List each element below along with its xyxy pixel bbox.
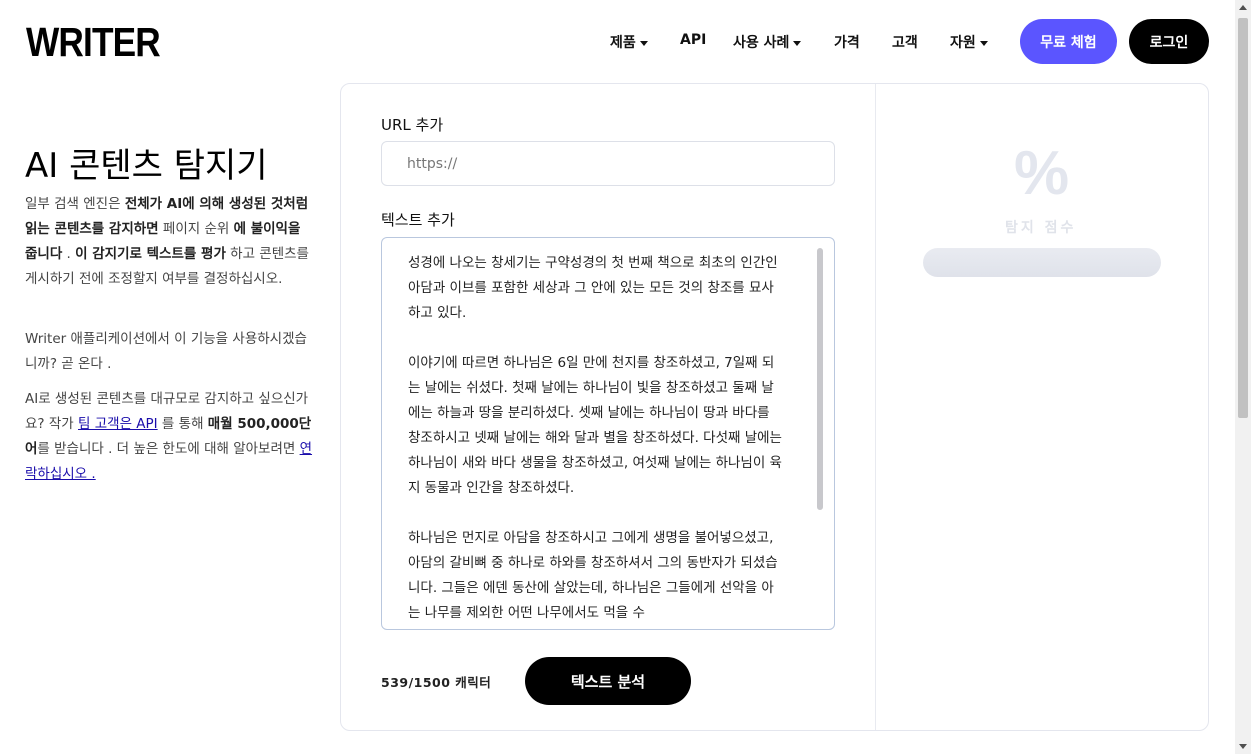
score-bar <box>923 248 1161 277</box>
chevron-down-icon <box>979 40 988 46</box>
card-divider <box>875 84 876 730</box>
text-span: 일부 검색 엔진은 <box>25 196 125 212</box>
text-span: 를 받습니다 . 더 높은 한도에 대해 알아보려면 <box>37 441 300 457</box>
nav-label: API <box>680 32 707 48</box>
nav-label: 자원 <box>950 35 976 51</box>
textarea-scrollbar[interactable] <box>817 248 823 510</box>
nav-item-pricing[interactable]: 가격 <box>834 32 860 52</box>
scroll-down-icon[interactable] <box>1239 744 1247 749</box>
text-paragraph: 하나님은 먼지로 아담을 창조하시고 그에게 생명을 불어넣으셨고, 아담의 갈… <box>408 530 778 621</box>
nav-label: 사용 사례 <box>733 35 790 51</box>
team-api-link[interactable]: 팀 고객은 API <box>78 416 158 432</box>
page-scrollbar[interactable] <box>1235 0 1251 754</box>
intro-paragraph: 일부 검색 엔진은 전체가 AI에 의해 생성된 것처럼 읽는 콘텐츠를 감지하… <box>25 192 317 292</box>
writer-logo[interactable]: WRITER <box>26 22 161 63</box>
nav-item-use-cases[interactable]: 사용 사례 <box>733 32 802 52</box>
chevron-down-icon <box>639 40 648 46</box>
text-input-area[interactable]: 성경에 나오는 창세기는 구약성경의 첫 번째 책으로 최초의 인간인 아담과 … <box>381 237 835 630</box>
nav-label: 고객 <box>892 35 918 51</box>
scroll-up-icon[interactable] <box>1239 5 1247 10</box>
text-label: 텍스트 추가 <box>381 211 455 229</box>
login-button[interactable]: 로그인 <box>1129 19 1209 64</box>
text-paragraph: 이야기에 따르면 하나님은 6일 만에 천지를 창조하셨고, 7일째 되는 날에… <box>408 355 782 496</box>
url-label: URL 추가 <box>381 116 444 134</box>
free-trial-button[interactable]: 무료 체험 <box>1020 19 1117 64</box>
text-span: 페이지 순위 <box>158 221 234 237</box>
analyze-text-button[interactable]: 텍스트 분석 <box>525 657 691 705</box>
text-content: 성경에 나오는 창세기는 구약성경의 첫 번째 책으로 최초의 인간인 아담과 … <box>408 251 784 629</box>
api-paragraph: AI로 생성된 콘텐츠를 대규모로 감지하고 싶으신가요? 작가 팀 고객은 A… <box>25 387 317 487</box>
nav-item-api[interactable]: API <box>680 32 706 48</box>
text-paragraph: 성경에 나오는 창세기는 구약성경의 첫 번째 책으로 최초의 인간인 아담과 … <box>408 255 778 321</box>
nav-item-customers[interactable]: 고객 <box>892 32 918 52</box>
url-input[interactable] <box>381 141 835 186</box>
nav-item-resources[interactable]: 자원 <box>950 32 988 52</box>
page-title: AI 콘텐츠 탐지기 <box>25 146 268 186</box>
coming-soon-paragraph: Writer 애플리케이션에서 이 기능을 사용하시겠습니까? 곧 온다 . <box>25 331 307 372</box>
text-span: 를 통해 <box>157 416 208 432</box>
page-scrollbar-thumb[interactable] <box>1238 18 1248 418</box>
character-count: 539/1500 캐릭터 <box>381 675 492 690</box>
detection-score-label: 탐지 점수 <box>1005 220 1077 236</box>
nav-label: 제품 <box>610 35 636 51</box>
bold-text: 이 감지기로 텍스트를 평가 <box>75 246 226 262</box>
nav-label: 가격 <box>834 35 860 51</box>
percent-icon: % <box>1014 139 1070 208</box>
text-span: . <box>62 246 76 262</box>
nav-item-products[interactable]: 제품 <box>610 32 648 52</box>
chevron-down-icon <box>793 40 802 46</box>
